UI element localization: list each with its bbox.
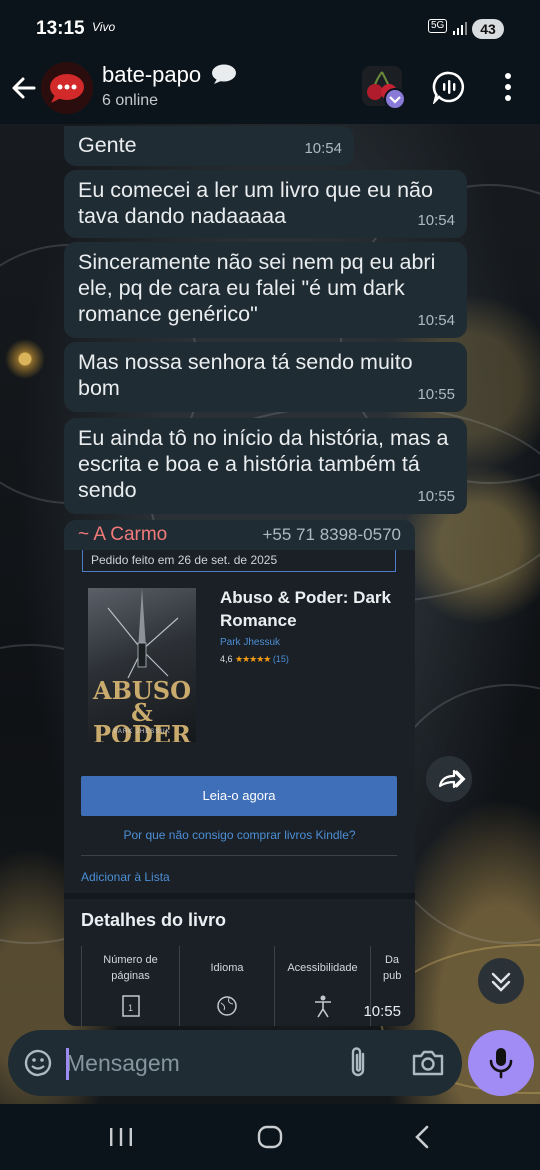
chat-bubble-avatar-icon xyxy=(41,62,93,114)
signal-icon xyxy=(453,22,467,35)
book-cover-image: ABUSO & PODER PARK JHESSUK xyxy=(88,588,196,742)
scroll-to-bottom-button[interactable] xyxy=(478,958,524,1004)
book-pages-icon: 1 xyxy=(121,995,140,1017)
message-bubble[interactable]: Eu comecei a ler um livro que eu não tav… xyxy=(64,170,467,238)
read-now-button: Leia-o agora xyxy=(81,776,397,816)
message-composer xyxy=(8,1030,462,1096)
forward-button[interactable] xyxy=(426,756,472,802)
detail-accessibility: Acessibilidade xyxy=(274,946,370,1026)
more-options-icon[interactable] xyxy=(498,70,518,104)
back-nav-icon[interactable] xyxy=(408,1122,438,1152)
message-time: 10:55 xyxy=(417,488,455,505)
screen: 13:15 Vivo 5G 43 bate-papo 6 online Gent… xyxy=(0,0,540,1170)
cover-author: PARK JHESSUK xyxy=(113,729,171,735)
kindle-help-link: Por que não consigo comprar livros Kindl… xyxy=(123,828,356,842)
speech-bubble-icon xyxy=(212,64,237,84)
book-author: Park Jhessuk xyxy=(220,637,281,648)
microphone-icon xyxy=(489,1048,513,1079)
add-to-list-link: Adicionar à Lista xyxy=(81,870,170,884)
online-count: 6 online xyxy=(102,92,159,109)
voice-chat-icon[interactable] xyxy=(432,70,466,104)
detail-label: Da pub xyxy=(383,954,402,982)
image-message-bubble[interactable]: ~ A Carmo +55 71 8398-0570 Pedido feito … xyxy=(64,520,415,1026)
message-bubble[interactable]: Sinceramente não sei nem pq eu abri ele,… xyxy=(64,242,467,338)
back-arrow-icon[interactable] xyxy=(8,72,40,104)
message-time: 10:54 xyxy=(417,212,455,229)
message-bubble[interactable]: Gente 10:54 xyxy=(64,126,354,166)
order-info: Pedido feito em 26 de set. de 2025 xyxy=(82,550,396,572)
detail-pages: Número de páginas 1 xyxy=(81,946,179,1026)
screenshot-image[interactable]: Pedido feito em 26 de set. de 2025 ABUSO… xyxy=(64,550,415,1026)
message-text: Mas nossa senhora tá sendo muito bom xyxy=(78,350,413,400)
message-text: Eu comecei a ler um livro que eu não tav… xyxy=(78,178,433,228)
carrier-label: Vivo xyxy=(92,20,116,34)
message-bubble[interactable]: Eu ainda tô no início da história, mas a… xyxy=(64,418,467,514)
camera-icon[interactable] xyxy=(410,1046,446,1080)
message-bubble[interactable]: Mas nossa senhora tá sendo muito bom 10:… xyxy=(64,342,467,412)
detail-label: Idioma xyxy=(210,962,244,974)
message-text: Eu ainda tô no início da história, mas a… xyxy=(78,426,449,502)
network-5g-icon: 5G xyxy=(428,19,448,33)
system-navigation-bar xyxy=(0,1104,540,1170)
forward-icon xyxy=(438,769,466,789)
message-time: 10:55 xyxy=(363,1003,401,1020)
home-icon[interactable] xyxy=(255,1122,285,1152)
accessibility-icon xyxy=(314,995,331,1018)
sender-phone: +55 71 8398-0570 xyxy=(262,525,402,544)
battery-icon: 43 xyxy=(472,19,504,39)
group-title: bate-papo xyxy=(102,62,202,87)
user-badge-icon xyxy=(384,88,406,110)
svg-text:1: 1 xyxy=(128,1003,133,1013)
rating-value: 4,6 xyxy=(220,654,233,664)
paperclip-icon[interactable] xyxy=(344,1046,374,1080)
book-title: Abuso & Poder: Dark Romance xyxy=(220,588,391,630)
sender-name[interactable]: ~ A Carmo xyxy=(78,524,167,546)
star-rating-icon: ★★★★★ xyxy=(235,654,271,664)
divider xyxy=(64,893,415,899)
group-title-area[interactable]: bate-papo xyxy=(102,62,237,88)
sticker-emoji-icon[interactable] xyxy=(22,1047,54,1079)
divider xyxy=(81,855,397,856)
detail-label: Número de páginas xyxy=(103,954,158,982)
message-text: Gente xyxy=(78,133,137,157)
detail-label: Acessibilidade xyxy=(287,962,358,974)
message-time: 10:54 xyxy=(417,312,455,329)
double-chevron-down-icon xyxy=(491,972,511,992)
details-heading: Detalhes do livro xyxy=(81,910,227,930)
chat-header: bate-papo 6 online xyxy=(0,58,540,124)
globe-icon xyxy=(217,996,237,1016)
status-time: 13:15 xyxy=(36,18,85,39)
voice-record-button[interactable] xyxy=(468,1030,534,1096)
message-time: 10:55 xyxy=(417,386,455,403)
chat-area[interactable]: Gente 10:54 Eu comecei a ler um livro qu… xyxy=(0,124,540,1026)
book-rating: 4,6 ★★★★★ (15) xyxy=(220,654,289,665)
detail-language: Idioma xyxy=(179,946,274,1026)
message-text: Sinceramente não sei nem pq eu abri ele,… xyxy=(78,250,436,326)
recent-apps-icon[interactable] xyxy=(106,1122,136,1152)
status-bar: 13:15 Vivo 5G 43 xyxy=(0,0,540,58)
text-caret xyxy=(66,1048,69,1080)
message-time: 10:54 xyxy=(304,140,342,157)
message-input[interactable] xyxy=(66,1042,326,1084)
group-avatar[interactable] xyxy=(41,62,93,114)
rating-count: (15) xyxy=(272,654,289,664)
